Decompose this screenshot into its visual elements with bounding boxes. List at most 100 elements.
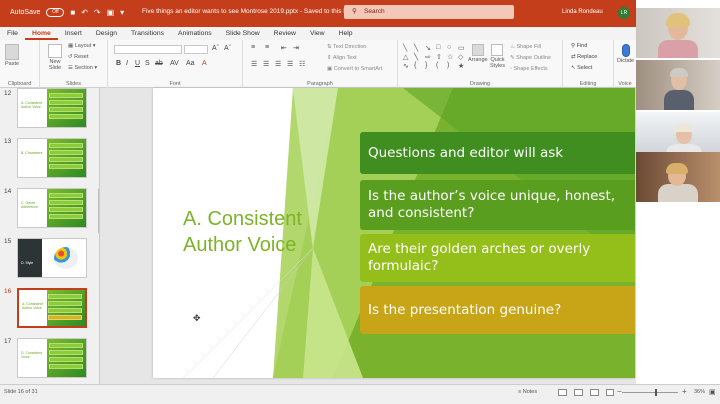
- slide-thumbnails-pane[interactable]: 12 A. Consistent Author Voice 13 B. Char…: [0, 88, 100, 384]
- save-icon[interactable]: ■: [70, 8, 75, 17]
- shapes-gallery[interactable]: ╲ ╲ ↘ □ ○ ▭ △ ╲ ⇨ ⇧ ☆ ◇ ∿{}() ★: [403, 44, 465, 70]
- customize-icon[interactable]: ▾: [120, 8, 124, 17]
- tab-file[interactable]: File: [0, 27, 25, 40]
- arrow-shape-icon[interactable]: ⇧: [436, 53, 446, 61]
- tab-animations[interactable]: Animations: [171, 27, 219, 40]
- thumbnails-scrollbar[interactable]: [98, 188, 99, 234]
- brace-shape-icon[interactable]: {: [414, 62, 424, 70]
- autosave-toggle[interactable]: Off: [46, 8, 65, 17]
- reset-button[interactable]: ↺ Reset: [68, 54, 89, 60]
- slide-title[interactable]: A. Consistent Author Voice: [183, 206, 302, 258]
- participant-video[interactable]: [636, 60, 720, 110]
- section-button[interactable]: ☰ Section ▾: [68, 65, 97, 71]
- decrease-indent-icon[interactable]: ⇤: [281, 44, 287, 52]
- slide-thumbnail[interactable]: D. Consistent Voice: [17, 338, 87, 378]
- undo-icon[interactable]: ↶: [81, 8, 88, 17]
- zoom-level[interactable]: 36%: [694, 389, 705, 395]
- tab-view[interactable]: View: [303, 27, 332, 40]
- question-card[interactable]: Questions and editor will ask: [360, 132, 635, 174]
- arrange-button[interactable]: Arrange: [468, 44, 488, 63]
- font-name-combo[interactable]: [114, 45, 182, 54]
- user-name[interactable]: Linda Rondeau: [562, 9, 603, 15]
- triangle-shape-icon[interactable]: △: [403, 53, 413, 61]
- align-text-button[interactable]: ⇕ Align Text: [327, 55, 357, 61]
- grow-font-icon[interactable]: Aˆ: [212, 45, 219, 52]
- tab-review[interactable]: Review: [267, 27, 303, 40]
- line-shape-icon[interactable]: ╲: [414, 44, 424, 52]
- align-center-icon[interactable]: ☰: [263, 60, 269, 68]
- align-right-icon[interactable]: ☰: [275, 60, 281, 68]
- arrow-shape-icon[interactable]: ↘: [425, 44, 435, 52]
- quick-styles-button[interactable]: Quick Styles: [490, 44, 505, 69]
- italic-button[interactable]: I: [126, 60, 128, 67]
- select-button[interactable]: ↖ Select: [571, 65, 592, 71]
- paste-button[interactable]: Paste: [5, 44, 19, 67]
- slide-sorter-icon[interactable]: [574, 389, 583, 396]
- question-card[interactable]: Is the author’s voice unique, honest, an…: [360, 180, 635, 230]
- participant-video[interactable]: [636, 152, 720, 202]
- convert-smartart-button[interactable]: ▣ Convert to SmartArt: [327, 66, 382, 72]
- zoom-slider-handle[interactable]: [655, 389, 657, 396]
- tab-design[interactable]: Design: [89, 27, 124, 40]
- curve-shape-icon[interactable]: ∿: [403, 62, 413, 70]
- shape-fill-button[interactable]: ♨ Shape Fill: [510, 44, 541, 50]
- zoom-in-icon[interactable]: +: [682, 387, 687, 396]
- notes-button[interactable]: ≡ Notes: [518, 389, 537, 395]
- normal-view-icon[interactable]: [558, 389, 567, 396]
- star-shape-icon[interactable]: ☆: [447, 53, 457, 61]
- justify-icon[interactable]: ☰: [287, 60, 293, 68]
- bracket-shape-icon[interactable]: ): [447, 62, 457, 70]
- slide-thumbnail[interactable]: A. Consistent Author Voice: [17, 88, 87, 128]
- oval-shape-icon[interactable]: ○: [447, 44, 457, 52]
- tab-insert[interactable]: Insert: [58, 27, 89, 40]
- slide-thumbnail[interactable]: B. Characters: [17, 138, 87, 178]
- shrink-font-icon[interactable]: Aˇ: [224, 45, 231, 52]
- question-card[interactable]: Is the presentation genuine?: [360, 286, 635, 334]
- slide-thumbnail[interactable]: D. Style: [17, 238, 87, 278]
- tab-help[interactable]: Help: [332, 27, 360, 40]
- shape-outline-button[interactable]: ✎ Shape Outline: [510, 55, 551, 61]
- diamond-shape-icon[interactable]: ◇: [458, 53, 468, 61]
- rectangle-shape-icon[interactable]: ▭: [458, 44, 468, 52]
- tab-slide-show[interactable]: Slide Show: [219, 27, 267, 40]
- slide-thumbnail-selected[interactable]: A. Consistent Author Voice: [17, 288, 87, 328]
- font-size-combo[interactable]: [184, 45, 208, 54]
- find-button[interactable]: ⚲ Find: [571, 43, 587, 49]
- bracket-shape-icon[interactable]: (: [436, 62, 446, 70]
- strikethrough-button[interactable]: ab: [155, 60, 163, 67]
- redo-icon[interactable]: ↷: [94, 8, 101, 17]
- tab-home[interactable]: Home: [24, 27, 58, 40]
- rectangle-shape-icon[interactable]: □: [436, 44, 446, 52]
- arrow-shape-icon[interactable]: ⇨: [425, 53, 435, 61]
- brace-shape-icon[interactable]: }: [425, 62, 435, 70]
- zoom-slider[interactable]: [622, 392, 678, 393]
- line-shape-icon[interactable]: ╲: [414, 53, 424, 61]
- dictate-button[interactable]: Dictate: [617, 44, 634, 64]
- change-case-icon[interactable]: Aa: [186, 60, 195, 67]
- fit-to-window-icon[interactable]: ▣: [709, 388, 716, 396]
- line-shape-icon[interactable]: ╲: [403, 44, 413, 52]
- slideshow-icon[interactable]: ▣: [107, 8, 115, 17]
- slideshow-view-icon[interactable]: [606, 389, 614, 396]
- shadow-button[interactable]: S: [145, 60, 150, 67]
- avatar[interactable]: LR: [618, 7, 630, 19]
- tab-transitions[interactable]: Transitions: [124, 27, 171, 40]
- reading-view-icon[interactable]: [590, 389, 599, 396]
- replace-button[interactable]: ⇄ Replace: [571, 54, 597, 60]
- font-color-icon[interactable]: A: [202, 60, 207, 67]
- search-box[interactable]: ⚲ Search: [344, 5, 514, 19]
- increase-indent-icon[interactable]: ⇥: [293, 44, 299, 52]
- bold-button[interactable]: B: [116, 60, 121, 67]
- question-card[interactable]: Are their golden arches or overly formul…: [360, 234, 635, 282]
- slide-thumbnail[interactable]: C. Genre Adherence: [17, 188, 87, 228]
- align-left-icon[interactable]: ☰: [251, 60, 257, 68]
- zoom-out-icon[interactable]: −: [617, 387, 622, 396]
- shape-effects-button[interactable]: ◦ Shape Effects: [510, 66, 548, 72]
- text-direction-button[interactable]: ⇅ Text Direction: [327, 44, 366, 50]
- columns-icon[interactable]: ☷: [299, 60, 305, 68]
- new-slide-button[interactable]: New Slide: [46, 44, 64, 71]
- numbering-icon[interactable]: ≡: [265, 44, 269, 51]
- star-shape-icon[interactable]: ★: [458, 62, 468, 70]
- participant-video[interactable]: [636, 8, 720, 58]
- bullets-icon[interactable]: ≡: [251, 44, 255, 51]
